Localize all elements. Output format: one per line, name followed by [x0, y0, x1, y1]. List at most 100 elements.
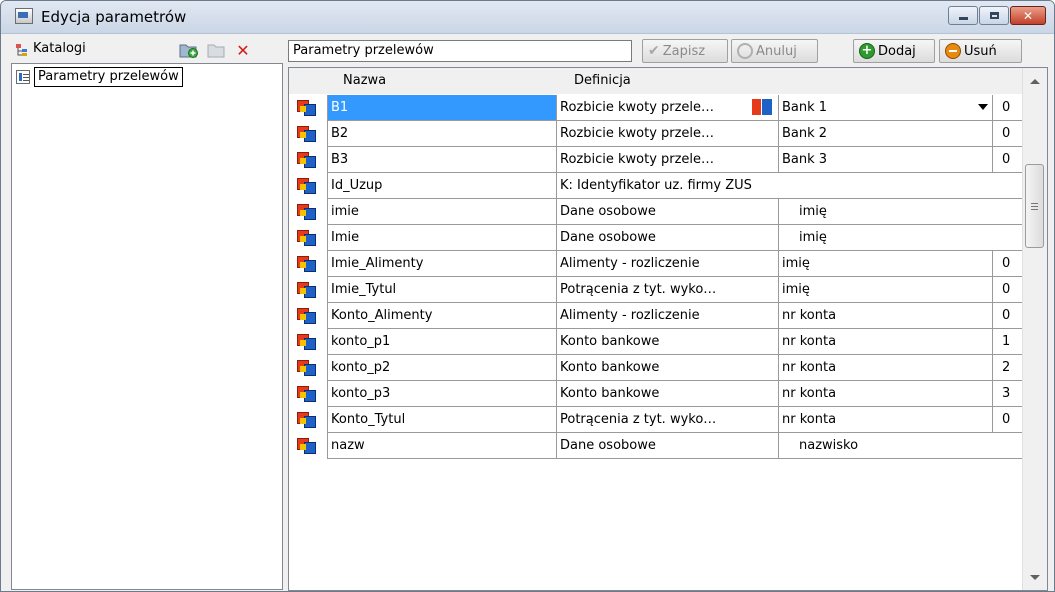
number-cell[interactable]: 0 — [993, 147, 1023, 173]
table-row[interactable]: B3 Rozbicie kwoty przele… Bank 3 0 — [289, 147, 1023, 173]
table-row[interactable]: Id_Uzup K: Identyfikator uz. firmy ZUS — [289, 173, 1023, 199]
number-cell[interactable]: 0 — [993, 277, 1023, 303]
definition-cell[interactable]: Potrącenia z tyt. wyko… — [557, 407, 779, 433]
value-cell[interactable]: imię — [779, 277, 993, 303]
save-button[interactable]: ✔ Zapisz — [642, 39, 728, 63]
name-cell[interactable]: konto_p3 — [327, 381, 557, 407]
number-cell[interactable]: 3 — [993, 381, 1023, 407]
close-icon: ✕ — [1022, 8, 1034, 23]
value-cell[interactable]: nr konta — [779, 355, 993, 381]
value-cell[interactable]: nazwisko — [779, 433, 1023, 459]
number-cell[interactable]: 0 — [993, 303, 1023, 329]
row-icon-cell — [289, 173, 327, 199]
name-cell[interactable]: Imie_Tytul — [327, 277, 557, 303]
definition-cell[interactable]: Rozbicie kwoty przele… — [557, 95, 779, 121]
value-cell[interactable]: nr konta — [779, 381, 993, 407]
table-row[interactable]: konto_p2 Konto bankowe nr konta 2 — [289, 355, 1023, 381]
definition-cell[interactable]: Dane osobowe — [557, 433, 779, 459]
number-cell[interactable]: 0 — [993, 121, 1023, 147]
number-cell[interactable]: 0 — [993, 95, 1023, 121]
table-row[interactable]: Imie Dane osobowe imię — [289, 225, 1023, 251]
number-cell[interactable]: 2 — [993, 355, 1023, 381]
grid-rows: B1 Rozbicie kwoty przele… Bank 1 0 B2 Rozbici… — [289, 95, 1023, 459]
definition-cell[interactable]: Konto bankowe — [557, 381, 779, 407]
name-cell[interactable]: Imie — [327, 225, 557, 251]
table-row[interactable]: nazw Dane osobowe nazwisko — [289, 433, 1023, 459]
definition-cell[interactable]: Konto bankowe — [557, 355, 779, 381]
parameters-grid[interactable]: Nazwa Definicja B1 Rozbicie kwoty przele…… — [288, 67, 1048, 591]
number-cell[interactable]: 0 — [993, 251, 1023, 277]
name-cell[interactable]: nazw — [327, 433, 557, 459]
number-cell[interactable]: 1 — [993, 329, 1023, 355]
value-cell[interactable]: nr konta — [779, 329, 993, 355]
name-cell[interactable]: konto_p1 — [327, 329, 557, 355]
value-cell[interactable]: Bank 3 — [779, 147, 993, 173]
name-cell[interactable]: Konto_Tytul — [327, 407, 557, 433]
tree-item-parametry-przelewow[interactable]: Parametry przelewów — [16, 67, 183, 87]
definition-cell[interactable]: K: Identyfikator uz. firmy ZUS — [557, 173, 1023, 199]
title-bar[interactable]: Edycja parametrów ✕ — [1, 1, 1054, 34]
value-cell[interactable]: Bank 2 — [779, 121, 993, 147]
catalog-name-input[interactable]: Parametry przelewów — [288, 40, 632, 62]
definition-text: Alimenty - rozliczenie — [560, 308, 700, 323]
definition-cell[interactable]: Rozbicie kwoty przele… — [557, 121, 779, 147]
definition-cell[interactable]: Dane osobowe — [557, 199, 779, 225]
table-row[interactable]: Konto_Alimenty Alimenty - rozliczenie nr k… — [289, 303, 1023, 329]
table-row[interactable]: konto_p3 Konto bankowe nr konta 3 — [289, 381, 1023, 407]
table-row[interactable]: Imie_Alimenty Alimenty - rozliczenie imię 0 — [289, 251, 1023, 277]
table-row[interactable]: B2 Rozbicie kwoty przele… Bank 2 0 — [289, 121, 1023, 147]
name-cell[interactable]: imie — [327, 199, 557, 225]
cancel-button[interactable]: Anuluj — [731, 39, 818, 63]
value-text: Bank 3 — [782, 152, 828, 167]
parameter-icon — [297, 152, 316, 168]
vertical-scrollbar[interactable] — [1022, 68, 1047, 590]
folder-button[interactable] — [207, 40, 227, 60]
table-row[interactable]: imie Dane osobowe imię — [289, 199, 1023, 225]
new-folder-button[interactable] — [179, 40, 199, 60]
scroll-up-icon[interactable] — [1030, 79, 1040, 84]
value-cell[interactable]: nr konta — [779, 407, 993, 433]
minimize-button[interactable] — [948, 6, 978, 25]
value-cell[interactable]: imię — [779, 199, 1023, 225]
definition-cell[interactable]: Alimenty - rozliczenie — [557, 303, 779, 329]
table-row[interactable]: B1 Rozbicie kwoty przele… Bank 1 0 — [289, 95, 1023, 121]
name-cell[interactable]: Imie_Alimenty — [327, 251, 557, 277]
table-row[interactable]: Imie_Tytul Potrącenia z tyt. wyko… imię 0 — [289, 277, 1023, 303]
name-cell[interactable]: B2 — [327, 121, 557, 147]
value-cell[interactable]: nr konta — [779, 303, 993, 329]
value-cell[interactable]: imię — [779, 225, 1023, 251]
add-button[interactable]: + Dodaj — [853, 39, 935, 63]
definition-cell[interactable]: Potrącenia z tyt. wyko… — [557, 277, 779, 303]
catalogs-label: Katalogi — [33, 41, 86, 56]
value-cell[interactable]: imię — [779, 251, 993, 277]
name-cell[interactable]: B3 — [327, 147, 557, 173]
delete-button[interactable]: Usuń — [939, 39, 1022, 63]
definition-picker-icon[interactable] — [752, 99, 772, 116]
scroll-thumb[interactable] — [1025, 164, 1044, 248]
column-header-name[interactable]: Nazwa — [343, 68, 386, 94]
definition-cell[interactable]: Konto bankowe — [557, 329, 779, 355]
column-header-definition[interactable]: Definicja — [574, 68, 631, 94]
definition-cell[interactable]: Dane osobowe — [557, 225, 779, 251]
definition-cell[interactable]: Alimenty - rozliczenie — [557, 251, 779, 277]
delete-catalog-button[interactable]: ✕ — [233, 40, 253, 60]
definition-text: Rozbicie kwoty przele… — [560, 100, 715, 115]
checkmark-icon: ✔ — [648, 43, 660, 59]
definition-cell[interactable]: Rozbicie kwoty przele… — [557, 147, 779, 173]
name-cell[interactable]: Konto_Alimenty — [327, 303, 557, 329]
number-cell[interactable]: 0 — [993, 407, 1023, 433]
maximize-icon — [989, 12, 999, 19]
catalog-tree[interactable]: Parametry przelewów — [11, 63, 283, 590]
close-button[interactable]: ✕ — [1010, 6, 1046, 25]
name-cell[interactable]: Id_Uzup — [327, 173, 557, 199]
maximize-button[interactable] — [979, 6, 1009, 25]
chevron-down-icon[interactable] — [978, 104, 988, 110]
scroll-down-icon[interactable] — [1030, 575, 1040, 580]
table-row[interactable]: Konto_Tytul Potrącenia z tyt. wyko… nr kon… — [289, 407, 1023, 433]
add-label: Dodaj — [878, 43, 916, 59]
definition-text: Potrącenia z tyt. wyko… — [560, 282, 717, 297]
table-row[interactable]: konto_p1 Konto bankowe nr konta 1 — [289, 329, 1023, 355]
name-cell[interactable]: konto_p2 — [327, 355, 557, 381]
value-cell[interactable]: Bank 1 — [779, 95, 993, 121]
name-cell[interactable]: B1 — [327, 95, 557, 121]
